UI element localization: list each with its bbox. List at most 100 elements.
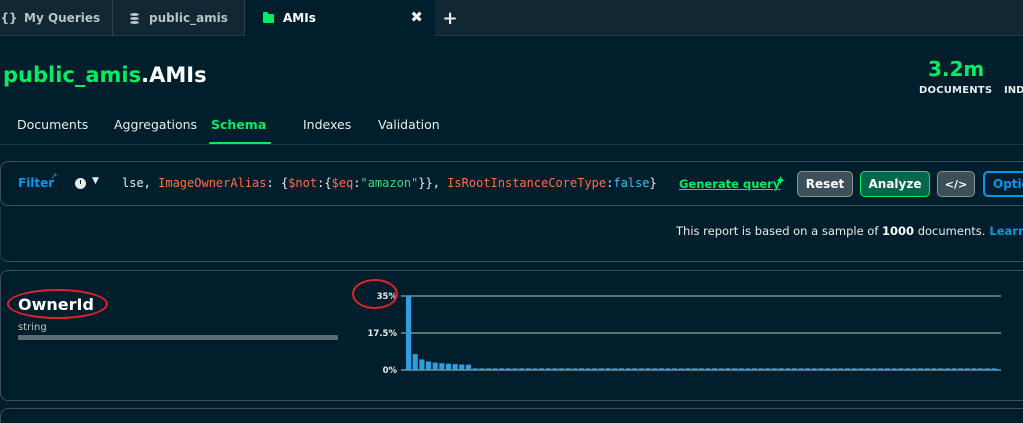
chart-bar[interactable] — [499, 368, 505, 370]
chart-bar[interactable] — [831, 368, 837, 370]
chart-bar[interactable] — [445, 363, 452, 370]
chart-bar[interactable] — [565, 368, 571, 370]
tab-my-queries[interactable]: {} My Queries — [0, 0, 113, 36]
reset-button[interactable]: Reset — [797, 171, 853, 197]
chart-bar[interactable] — [911, 368, 917, 370]
chart-bar[interactable] — [558, 368, 565, 370]
chart-bar[interactable] — [512, 368, 518, 370]
chart-bar[interactable] — [871, 368, 877, 370]
chart-bar[interactable] — [924, 368, 930, 370]
chart-bar[interactable] — [419, 359, 425, 370]
tab-aggregations[interactable]: Aggregations — [114, 117, 197, 132]
chart-bar[interactable] — [884, 368, 891, 370]
chart-bar[interactable] — [751, 368, 758, 370]
add-tab-button[interactable]: + — [435, 0, 465, 36]
chart-bar[interactable] — [412, 354, 418, 370]
chart-bar[interactable] — [765, 368, 771, 370]
chart-bar[interactable] — [851, 368, 857, 370]
chart-bar[interactable] — [479, 368, 485, 370]
chart-bar[interactable] — [552, 368, 558, 370]
chart-bar[interactable] — [545, 368, 551, 370]
chart-bar[interactable] — [938, 368, 944, 370]
chart-bar[interactable] — [406, 296, 412, 370]
chart-bar[interactable] — [738, 368, 744, 370]
chart-bar[interactable] — [845, 368, 851, 370]
chart-bar[interactable] — [598, 368, 605, 370]
chart-bar[interactable] — [425, 361, 432, 370]
chart-bar[interactable] — [944, 368, 950, 370]
chart-bar[interactable] — [785, 368, 791, 370]
chart-bar[interactable] — [439, 363, 445, 370]
filter-label[interactable]: Filter — [18, 176, 54, 190]
chart-bar[interactable] — [672, 368, 678, 370]
chart-bar[interactable] — [525, 368, 531, 370]
learn-more-link[interactable]: Learn — [989, 224, 1023, 238]
chart-bar[interactable] — [578, 368, 585, 370]
close-icon[interactable]: ✖ — [410, 8, 423, 26]
chart-bar[interactable] — [758, 368, 764, 370]
chart-bar[interactable] — [798, 368, 804, 370]
database-name[interactable]: public_amis — [3, 63, 141, 87]
chart-bar[interactable] — [605, 368, 611, 370]
chart-bar[interactable] — [825, 368, 831, 370]
chart-bar[interactable] — [745, 368, 751, 370]
chart-bar[interactable] — [891, 368, 897, 370]
chart-bar[interactable] — [658, 368, 664, 370]
chart-bar[interactable] — [592, 368, 598, 370]
chart-bar[interactable] — [711, 368, 718, 370]
chart-bar[interactable] — [632, 368, 638, 370]
chart-bar[interactable] — [811, 368, 817, 370]
chart-bar[interactable] — [585, 368, 591, 370]
chart-bar[interactable] — [951, 368, 957, 370]
chart-bar[interactable] — [519, 368, 525, 370]
chart-bar[interactable] — [858, 368, 864, 370]
chart-bar[interactable] — [958, 368, 964, 370]
chart-bar[interactable] — [678, 368, 684, 370]
chart-bar[interactable] — [452, 364, 458, 370]
chart-bar[interactable] — [904, 368, 911, 370]
chart-bar[interactable] — [971, 368, 977, 370]
chart-bar[interactable] — [638, 368, 644, 370]
chart-bar[interactable] — [964, 368, 970, 370]
chart-bar[interactable] — [472, 368, 478, 370]
chart-bar[interactable] — [898, 368, 904, 370]
chart-bar[interactable] — [791, 368, 797, 370]
type-distribution-bar[interactable] — [18, 335, 338, 340]
clock-icon[interactable] — [75, 178, 86, 189]
code-view-button[interactable]: </> — [937, 171, 975, 197]
generate-query-link[interactable]: Generate query — [679, 177, 780, 191]
chart-bar[interactable] — [718, 368, 724, 370]
chevron-down-icon[interactable]: ▼ — [92, 176, 99, 186]
chart-bar[interactable] — [731, 368, 738, 370]
chart-bar[interactable] — [878, 368, 884, 370]
chart-bar[interactable] — [818, 368, 824, 370]
chart-bar[interactable] — [465, 364, 472, 370]
chart-bar[interactable] — [572, 368, 578, 370]
chart-bar[interactable] — [725, 368, 731, 370]
chart-bar[interactable] — [652, 368, 658, 370]
filter-input[interactable]: lse, ImageOwnerAlias: {$not:{$eq:"amazon… — [122, 176, 657, 190]
chart-bar[interactable] — [705, 368, 711, 370]
chart-bar[interactable] — [692, 368, 698, 370]
chart-bar[interactable] — [539, 368, 545, 370]
chart-bar[interactable] — [625, 368, 631, 370]
chart-bar[interactable] — [492, 368, 498, 370]
analyze-button[interactable]: Analyze — [860, 171, 930, 197]
chart-bar[interactable] — [771, 368, 777, 370]
chart-bar[interactable] — [864, 368, 871, 370]
chart-bar[interactable] — [991, 368, 997, 370]
options-button[interactable]: Optio — [983, 171, 1023, 197]
chart-bar[interactable] — [685, 368, 691, 370]
chart-bar[interactable] — [432, 362, 438, 370]
chart-bar[interactable] — [805, 368, 811, 370]
tab-schema[interactable]: Schema — [211, 117, 266, 132]
external-link-icon[interactable]: ↗ — [50, 172, 58, 182]
tab-validation[interactable]: Validation — [378, 117, 440, 132]
chart-bar[interactable] — [838, 368, 844, 370]
chart-bar[interactable] — [485, 368, 491, 370]
chart-bar[interactable] — [505, 368, 511, 370]
tab-public-amis[interactable]: public_amis — [113, 0, 245, 36]
chart-bar[interactable] — [918, 368, 924, 370]
chart-bar[interactable] — [978, 368, 984, 370]
chart-bar[interactable] — [931, 368, 937, 370]
